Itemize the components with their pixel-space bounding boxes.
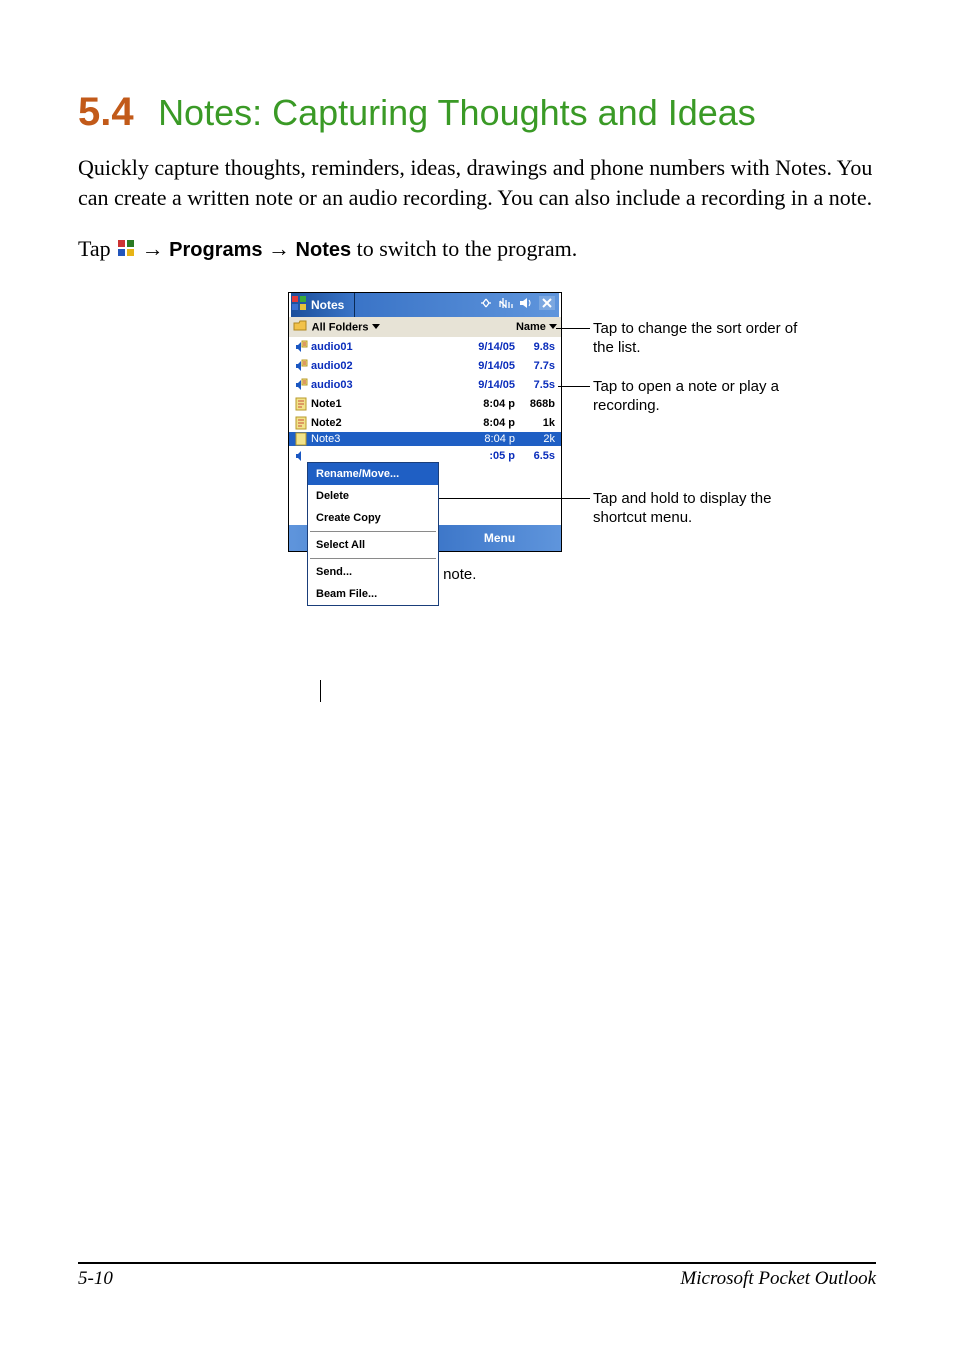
menu-create-copy[interactable]: Create Copy — [308, 507, 438, 529]
menu-delete[interactable]: Delete — [308, 485, 438, 507]
item-name: audio01 — [309, 341, 459, 353]
list-item[interactable]: audio01 9/14/05 9.8s — [289, 337, 561, 356]
callout-sort: Tap to change the sort order of the list… — [593, 320, 803, 358]
speaker-icon[interactable] — [519, 296, 533, 314]
close-icon[interactable] — [539, 296, 555, 315]
notes-label: Notes — [296, 239, 352, 261]
start-icon — [116, 238, 136, 264]
audio-note-icon — [293, 378, 309, 392]
audio-note-icon — [293, 340, 309, 354]
sort-dropdown[interactable]: Name — [516, 321, 557, 333]
item-date: 8:04 p — [459, 433, 515, 445]
menu-select-all[interactable]: Select All — [308, 534, 438, 556]
arrow-icon: → — [142, 236, 164, 261]
list-item[interactable]: Note1 8:04 p 868b — [289, 394, 561, 413]
context-menu: Rename/Move... Delete Create Copy Select… — [307, 462, 439, 606]
callout-hold: Tap and hold to display the shortcut men… — [593, 490, 793, 528]
item-size: 7.5s — [515, 379, 557, 391]
section-heading: 5.4 Notes: Capturing Thoughts and Ideas — [78, 90, 876, 135]
item-date: 9/14/05 — [459, 341, 515, 353]
item-name: audio03 — [309, 379, 459, 391]
filter-bar: All Folders Name — [289, 317, 561, 337]
arrow-icon: → — [268, 236, 290, 261]
audio-note-icon — [293, 449, 309, 463]
list-item[interactable]: audio02 9/14/05 7.7s — [289, 356, 561, 375]
note-icon — [293, 397, 309, 411]
page-footer: 5-10 Microsoft Pocket Outlook — [78, 1262, 876, 1290]
list-item[interactable]: audio03 9/14/05 7.5s — [289, 375, 561, 394]
audio-note-icon — [293, 359, 309, 373]
item-date: 9/14/05 — [459, 360, 515, 372]
item-date: 8:04 p — [459, 398, 515, 410]
item-size: 2k — [515, 433, 557, 445]
note-icon — [293, 432, 309, 446]
footer-title: Microsoft Pocket Outlook — [680, 1268, 876, 1290]
item-size: 9.8s — [515, 341, 557, 353]
tap-pre: Tap — [78, 236, 116, 261]
app-title: Notes — [307, 298, 348, 312]
item-name: Note3 — [309, 433, 459, 445]
menu-send[interactable]: Send... — [308, 561, 438, 583]
programs-label: Programs — [169, 239, 262, 261]
notes-list: audio01 9/14/05 9.8s audio02 9/14/05 7.7… — [289, 337, 561, 465]
device-screenshot: Notes — [288, 292, 562, 552]
intro-paragraph: Quickly capture thoughts, reminders, ide… — [78, 153, 876, 212]
folder-dropdown[interactable]: All Folders — [293, 320, 380, 335]
sort-label: Name — [516, 321, 546, 333]
connectivity-icon[interactable] — [479, 296, 493, 314]
list-item-selected[interactable]: Note3 8:04 p 2k — [289, 432, 561, 446]
item-date: 8:04 p — [459, 417, 515, 429]
item-size: 868b — [515, 398, 557, 410]
item-name: Note2 — [309, 417, 459, 429]
section-title: Notes: Capturing Thoughts and Ideas — [158, 92, 756, 133]
item-size: 1k — [515, 417, 557, 429]
menu-button[interactable]: Menu — [438, 531, 561, 545]
folder-label: All Folders — [312, 321, 369, 333]
figure: Notes — [288, 292, 908, 552]
titlebar: Notes — [289, 293, 561, 317]
menu-separator — [310, 558, 436, 559]
item-size: 6.5s — [515, 450, 557, 462]
chevron-down-icon — [372, 321, 380, 333]
signal-icon[interactable] — [499, 296, 513, 314]
list-item[interactable]: Note2 8:04 p 1k — [289, 413, 561, 432]
folder-icon — [293, 320, 307, 335]
tap-instruction: Tap → Programs → Notes to switch to the … — [78, 236, 876, 264]
item-size: 7.7s — [515, 360, 557, 372]
item-name: audio02 — [309, 360, 459, 372]
callout-open: Tap to open a note or play a recording. — [593, 378, 823, 416]
item-name: Note1 — [309, 398, 459, 410]
menu-beam-file[interactable]: Beam File... — [308, 583, 438, 605]
item-date: :05 p — [459, 450, 515, 462]
chevron-down-icon — [549, 321, 557, 333]
tap-post: to switch to the program. — [357, 236, 578, 261]
section-number: 5.4 — [78, 90, 134, 134]
menu-separator — [310, 531, 436, 532]
menu-rename[interactable]: Rename/Move... — [308, 463, 438, 485]
page-number: 5-10 — [78, 1268, 113, 1290]
note-icon — [293, 416, 309, 430]
item-date: 9/14/05 — [459, 379, 515, 391]
start-icon[interactable] — [291, 295, 307, 316]
